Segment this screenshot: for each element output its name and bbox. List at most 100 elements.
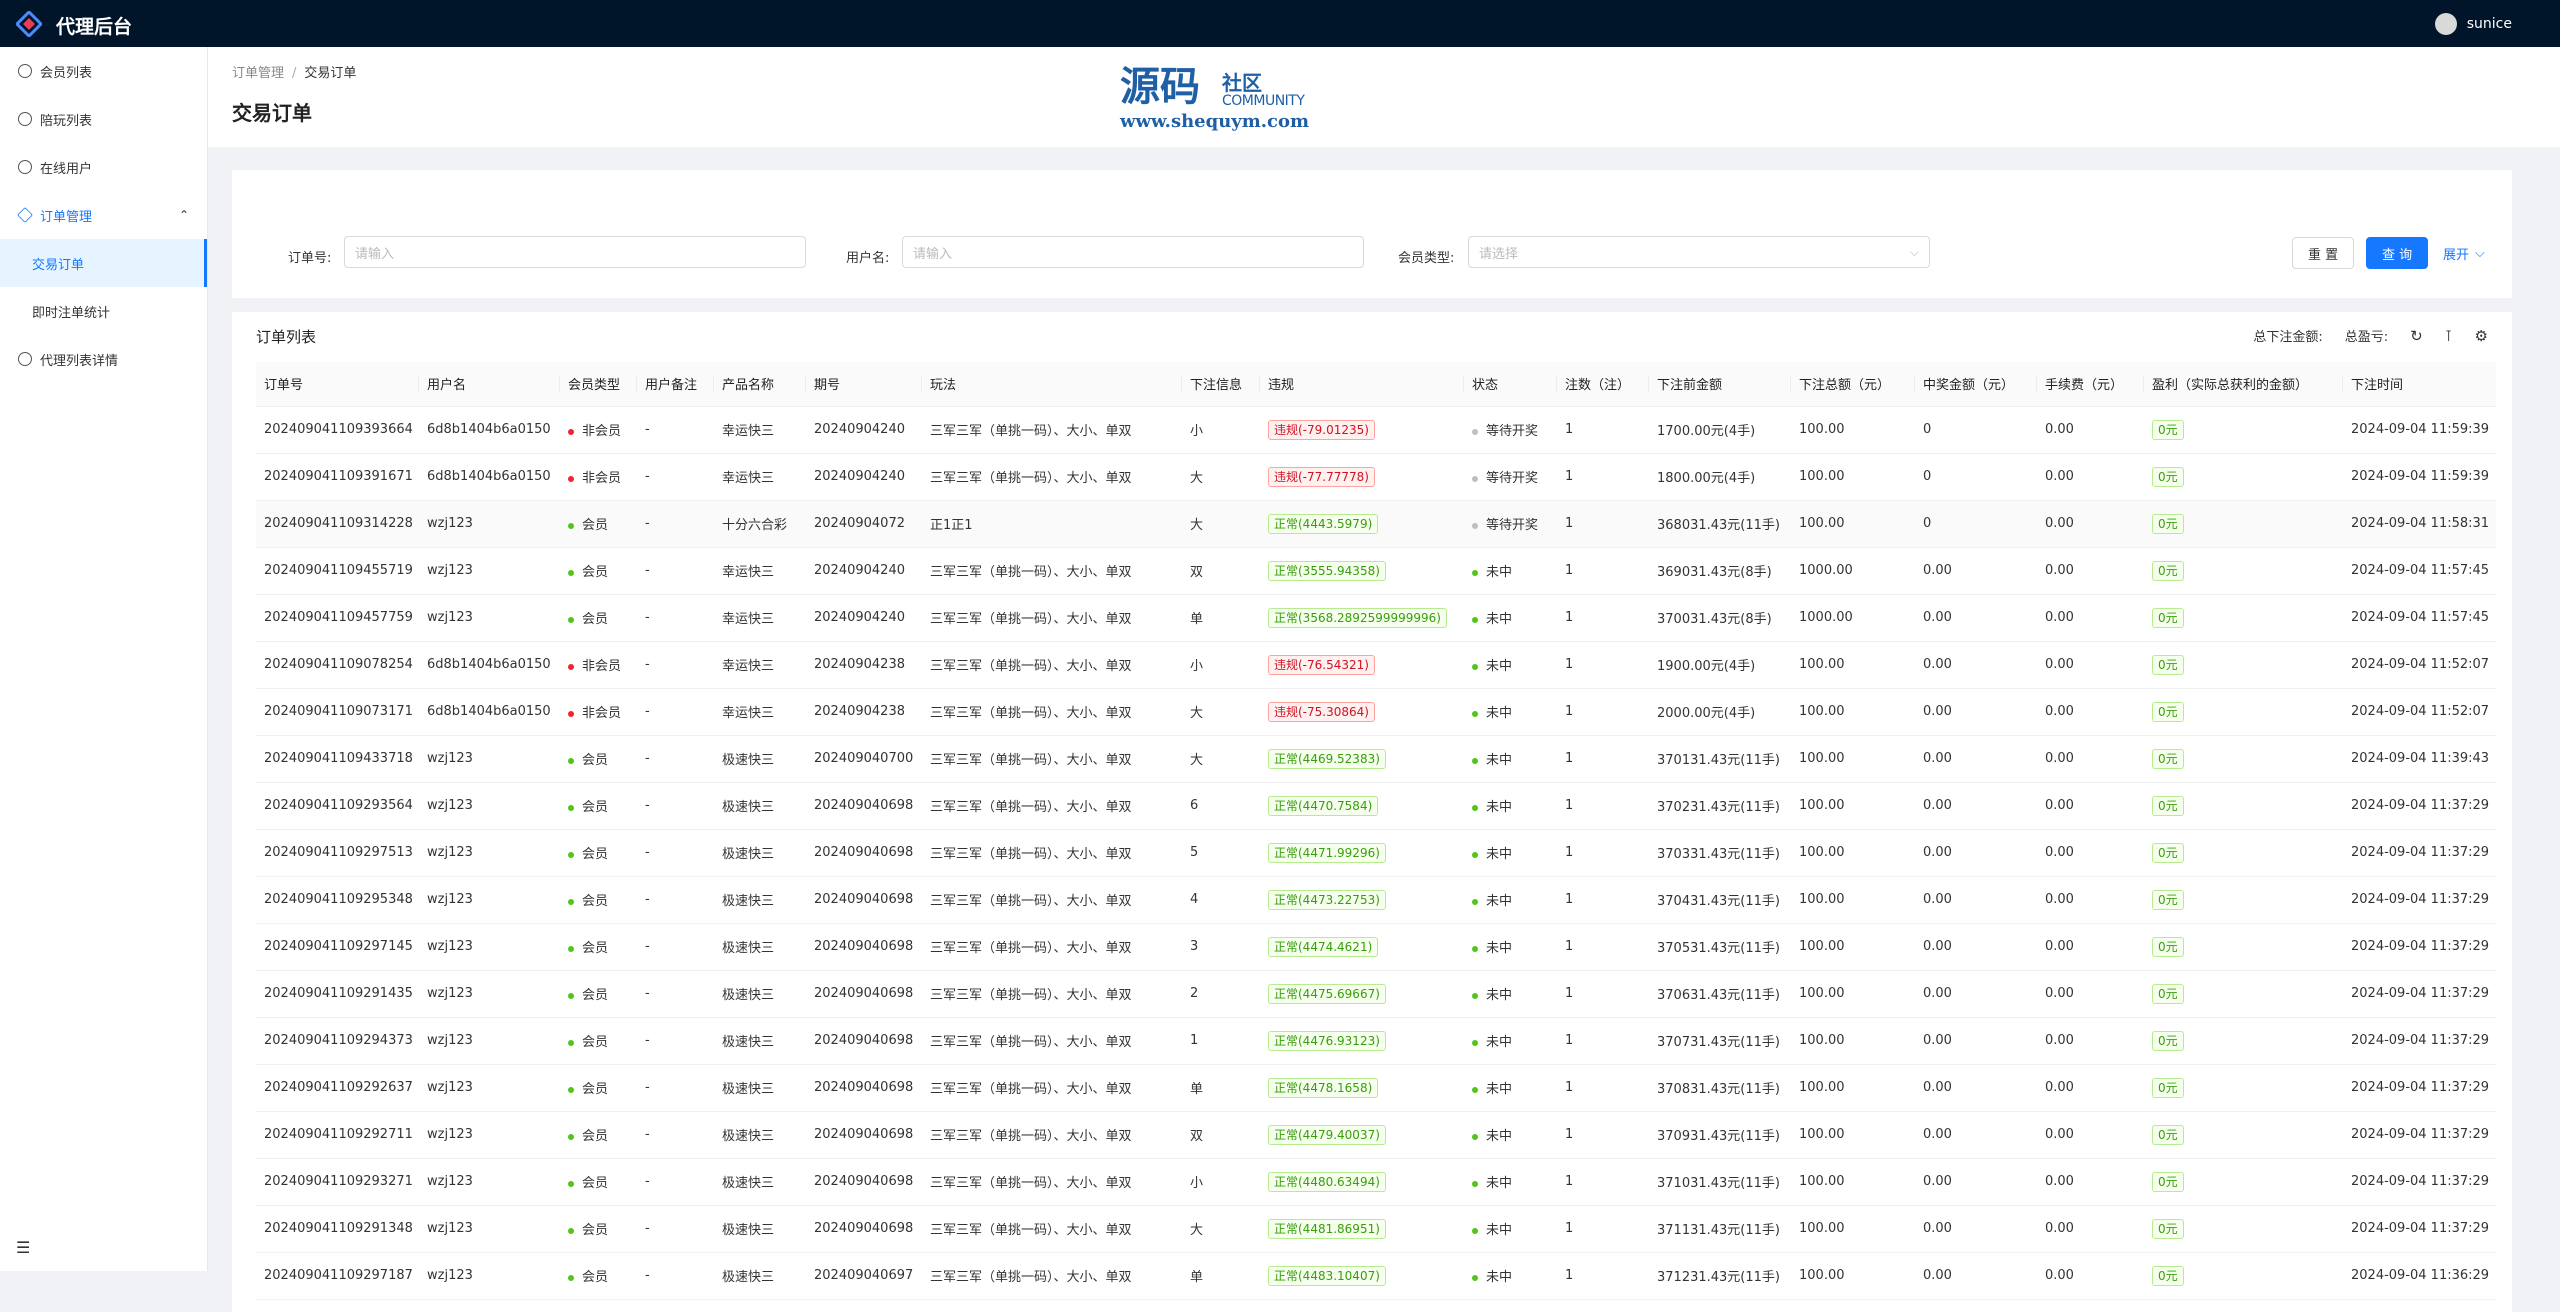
table-cell: 未中 [1464,1205,1557,1253]
table-cell: 2024-09-04 11:36:29 [2343,1252,2496,1300]
violation-badge: 正常(4471.99296) [1268,842,1386,863]
sidebar-item-3[interactable]: 订单管理 ⌃ [0,191,207,239]
table-cell: 极速快三 [714,1111,806,1159]
sidebar-item-5[interactable]: 即时注单统计 [0,287,207,335]
table-row[interactable]: 202409041109291348 wzj123 会员 - 极速快三 202409040… [256,1205,2496,1253]
status-text: 会员 [582,753,609,768]
column-header[interactable]: 注数（注） [1557,362,1649,407]
table-cell: wzj123 [419,547,560,595]
profit-badge: 0元 [2152,1171,2184,1192]
column-header[interactable]: 期号 [806,362,922,407]
gear-icon[interactable]: ⚙ [2475,327,2488,345]
profit-badge: 0元 [2152,654,2184,675]
collapse-menu-icon[interactable]: ☰ [16,1238,30,1257]
table-row[interactable]: 202409041109314228 wzj123 会员 - 十分六合彩 20240904… [256,500,2496,548]
column-header[interactable]: 产品名称 [714,362,806,407]
sidebar-item-1[interactable]: 陪玩列表 [0,95,207,143]
sidebar-item-2[interactable]: 在线用户 [0,143,207,191]
table-row[interactable]: 202409041109393664 6d8b1404b6a0150 非会员 - 幸运快… [256,406,2496,454]
breadcrumb-parent[interactable]: 订单管理 [232,66,284,81]
column-header[interactable]: 下注信息 [1182,362,1260,407]
table-row[interactable]: 202409041109295348 wzj123 会员 - 极速快三 202409040… [256,876,2496,924]
table-row[interactable]: 202409041109455719 wzj123 会员 - 幸运快三 202409042… [256,547,2496,595]
watermark-logo: 源码 社区 COMMUNITY www.shequym.com [1120,67,1309,133]
table-cell: 0.00 [1915,594,2037,642]
table-cell: 未中 [1464,594,1557,642]
table-row[interactable]: 202409041109297145 wzj123 会员 - 极速快三 202409040… [256,923,2496,971]
table-cell: 三军三军（单挑一码）、大小、单双 [922,1111,1182,1159]
order-no-input[interactable]: 请输入 [344,236,806,268]
table-cell: 0元 [2144,782,2343,830]
table-row[interactable]: 202409041109078254 6d8b1404b6a0150 非会员 - 幸运快… [256,641,2496,689]
column-header[interactable]: 下注前金额 [1649,362,1791,407]
table-row[interactable]: 202409041109292637 wzj123 会员 - 极速快三 202409040… [256,1064,2496,1112]
table-cell: 会员 [560,547,637,595]
profit-badge: 0元 [2152,889,2184,910]
table-row[interactable]: 202409041109293564 wzj123 会员 - 极速快三 202409040… [256,782,2496,830]
table-cell: 三军三军（单挑一码）、大小、单双 [922,782,1182,830]
table-cell: 0元 [2144,1017,2343,1065]
table-cell: 202409041109295348 [256,876,419,924]
table-row[interactable]: 202409041109291435 wzj123 会员 - 极速快三 202409040… [256,970,2496,1018]
status-dot-icon [568,663,574,670]
column-header[interactable]: 下注总额（元） [1791,362,1915,407]
table-row[interactable]: 202409041109294373 wzj123 会员 - 极速快三 202409040… [256,1017,2496,1065]
table-cell: 0元 [2144,1252,2343,1300]
table-row[interactable]: 202409041109391671 6d8b1404b6a0150 非会员 - 幸运快… [256,453,2496,501]
table-cell: 未中 [1464,1111,1557,1159]
violation-badge: 正常(4470.7584) [1268,795,1379,816]
total-bet-label: 总下注金额: [2253,330,2323,345]
table-row[interactable]: 202409041109297513 wzj123 会员 - 极速快三 202409040… [256,829,2496,877]
table-cell: 100.00 [1791,782,1915,830]
column-height-icon[interactable]: ⊺ [2445,327,2453,345]
table-row[interactable]: 202409041109457759 wzj123 会员 - 幸运快三 202409042… [256,594,2496,642]
status-text: 未中 [1486,800,1513,815]
status-dot-icon [568,992,574,999]
column-header[interactable]: 中奖金额（元） [1915,362,2037,407]
column-header[interactable]: 状态 [1464,362,1557,407]
column-header[interactable]: 用户备注 [637,362,714,407]
username-input[interactable]: 请输入 [902,236,1364,268]
user-menu[interactable]: sunice [2434,13,2512,35]
reset-button[interactable]: 重 置 [2292,237,2355,269]
column-header[interactable]: 违规 [1260,362,1464,407]
sidebar-item-4[interactable]: 交易订单 [0,239,207,287]
table-row[interactable]: 202409041109073171 6d8b1404b6a0150 非会员 - 幸运快… [256,688,2496,736]
table-cell: 非会员 [560,406,637,454]
member-type-select[interactable]: 请选择 ⌵ [1468,236,1930,268]
table-row[interactable]: 202409041109297187 wzj123 会员 - 极速快三 202409040… [256,1252,2496,1300]
table-cell: 0.00 [2037,1111,2144,1159]
column-header[interactable]: 盈利（实际总获利的金额） [2144,362,2343,407]
menu-item-icon [18,352,32,366]
table-cell: 100.00 [1791,1205,1915,1253]
sidebar-item-0[interactable]: 会员列表 [0,47,207,95]
table-cell: 正常(4469.52383) [1260,735,1464,783]
status-dot-icon [1472,569,1478,576]
column-header[interactable]: 订单号 [256,362,419,407]
status-text: 会员 [582,1035,609,1050]
expand-button[interactable]: 展开 ⌵ [2428,237,2500,269]
refresh-icon[interactable]: ↻ [2410,327,2423,345]
table-row[interactable]: 202409041109433718 wzj123 会员 - 极速快三 202409040… [256,735,2496,783]
table-cell: 1 [1557,829,1649,877]
menu-item-icon [17,207,33,223]
table-cell: 三军三军（单挑一码）、大小、单双 [922,1205,1182,1253]
table-cell: 3 [1182,923,1260,971]
status-dot-icon [1472,522,1478,529]
column-header[interactable]: 手续费（元） [2037,362,2144,407]
column-header[interactable]: 下注时间 [2343,362,2496,407]
table-row[interactable]: 202409041109293271 wzj123 会员 - 极速快三 202409040… [256,1158,2496,1206]
table-cell: 1 [1182,1017,1260,1065]
profit-badge: 0元 [2152,936,2184,957]
table-cell: - [637,406,714,454]
status-dot-icon [568,1180,574,1187]
table-cell: 2024-09-04 11:59:39 [2343,453,2496,501]
query-button[interactable]: 查 询 [2366,237,2429,269]
sidebar-item-6[interactable]: 代理列表详情 [0,335,207,383]
table-row[interactable]: 202409041109292711 wzj123 会员 - 极速快三 202409040… [256,1111,2496,1159]
table-cell: 极速快三 [714,876,806,924]
column-header[interactable]: 用户名 [419,362,560,407]
table-cell: 会员 [560,500,637,548]
column-header[interactable]: 会员类型 [560,362,637,407]
column-header[interactable]: 玩法 [922,362,1182,407]
